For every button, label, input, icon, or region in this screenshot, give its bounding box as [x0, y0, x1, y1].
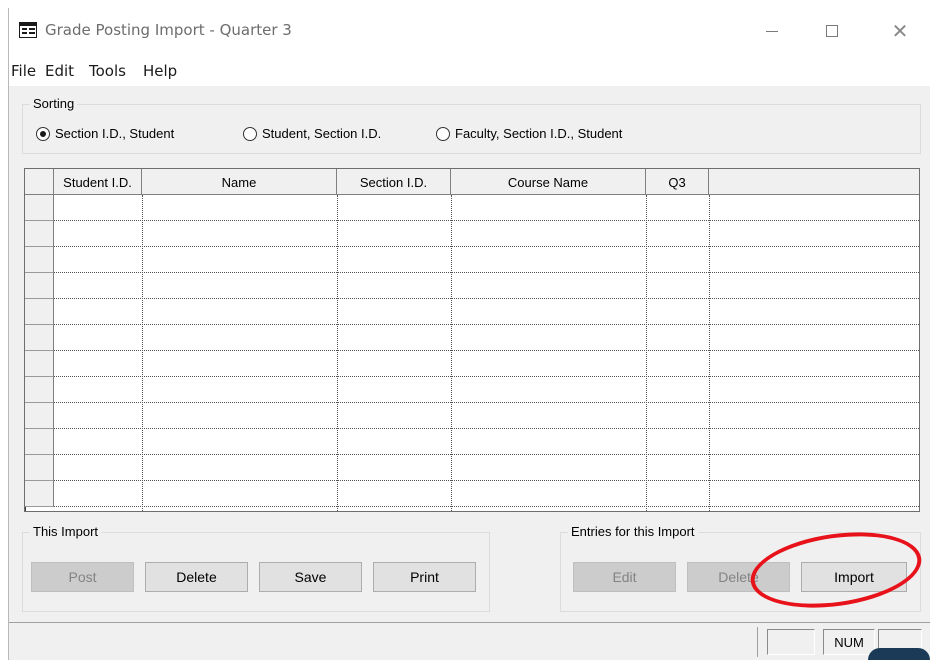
- column-header-q3[interactable]: Q3: [646, 169, 709, 195]
- app-icon: [19, 22, 37, 38]
- radio-label: Student, Section I.D.: [262, 126, 382, 141]
- column-header-section-id[interactable]: Section I.D.: [337, 169, 451, 195]
- minimize-icon: [766, 30, 778, 32]
- radio-indicator: [243, 126, 257, 141]
- row-header[interactable]: [25, 403, 54, 429]
- grid-header: Student I.D. Name Section I.D. Course Na…: [25, 169, 919, 195]
- maximize-icon: [826, 25, 838, 37]
- close-button[interactable]: ✕: [877, 8, 923, 54]
- column-header-name[interactable]: Name: [142, 169, 337, 195]
- save-button[interactable]: Save: [259, 562, 362, 592]
- row-header[interactable]: [25, 377, 54, 403]
- table-row[interactable]: [54, 351, 919, 377]
- entries-title: Entries for this Import: [568, 524, 698, 539]
- status-bar: NUM: [9, 622, 930, 660]
- radio-label: Faculty, Section I.D., Student: [455, 126, 623, 141]
- row-header[interactable]: [25, 429, 54, 455]
- menu-help[interactable]: Help: [143, 62, 177, 80]
- column-divider: [646, 195, 647, 511]
- table-row[interactable]: [54, 247, 919, 273]
- radio-faculty-section-student[interactable]: Faculty, Section I.D., Student: [436, 126, 622, 141]
- table-row[interactable]: [54, 377, 919, 403]
- column-header-blank: [709, 169, 919, 195]
- row-header[interactable]: [25, 247, 54, 273]
- minimize-button[interactable]: [749, 8, 795, 54]
- radio-student-section[interactable]: Student, Section I.D.: [243, 126, 381, 141]
- maximize-button[interactable]: [809, 8, 855, 54]
- delete-import-button[interactable]: Delete: [145, 562, 248, 592]
- status-panel-caps: [767, 629, 815, 655]
- table-row[interactable]: [54, 429, 919, 455]
- status-panel-num: NUM: [823, 629, 875, 655]
- print-button[interactable]: Print: [373, 562, 476, 592]
- row-header[interactable]: [25, 195, 54, 221]
- table-row[interactable]: [54, 221, 919, 247]
- menu-edit[interactable]: Edit: [45, 62, 74, 80]
- delete-entry-button[interactable]: Delete: [687, 562, 790, 592]
- table-row[interactable]: [54, 481, 919, 507]
- menu-bar: File Edit Tools Help: [9, 54, 930, 86]
- table-row[interactable]: [54, 273, 919, 299]
- background-logo-fragment: [868, 648, 930, 660]
- row-header[interactable]: [25, 299, 54, 325]
- table-row[interactable]: [54, 325, 919, 351]
- row-header[interactable]: [25, 325, 54, 351]
- table-row[interactable]: [54, 455, 919, 481]
- window-title: Grade Posting Import - Quarter 3: [45, 21, 292, 39]
- column-divider: [451, 195, 452, 511]
- import-button[interactable]: Import: [801, 562, 907, 592]
- menu-file[interactable]: File: [11, 62, 36, 80]
- table-row[interactable]: [54, 195, 919, 221]
- row-header[interactable]: [25, 221, 54, 247]
- column-divider: [142, 195, 143, 511]
- menu-tools[interactable]: Tools: [89, 62, 126, 80]
- table-row[interactable]: [54, 299, 919, 325]
- close-icon: ✕: [891, 19, 909, 43]
- radio-section-student[interactable]: Section I.D., Student: [36, 126, 174, 141]
- row-header[interactable]: [25, 351, 54, 377]
- grade-grid[interactable]: Student I.D. Name Section I.D. Course Na…: [24, 168, 920, 512]
- radio-indicator: [436, 126, 450, 141]
- column-divider: [337, 195, 338, 511]
- corner-header-cell: [25, 169, 54, 195]
- row-header[interactable]: [25, 481, 54, 507]
- title-bar: Grade Posting Import - Quarter 3 ✕: [9, 8, 930, 54]
- column-header-student-id[interactable]: Student I.D.: [54, 169, 142, 195]
- this-import-title: This Import: [30, 524, 102, 539]
- edit-entry-button[interactable]: Edit: [573, 562, 676, 592]
- table-row[interactable]: [54, 403, 919, 429]
- column-divider: [709, 195, 710, 511]
- radio-indicator: [36, 126, 50, 141]
- post-button[interactable]: Post: [31, 562, 134, 592]
- row-header[interactable]: [25, 273, 54, 299]
- radio-label: Section I.D., Student: [55, 126, 175, 141]
- row-header[interactable]: [25, 455, 54, 481]
- grade-posting-window: Grade Posting Import - Quarter 3 ✕ File …: [8, 8, 930, 660]
- column-header-course-name[interactable]: Course Name: [451, 169, 646, 195]
- sorting-title: Sorting: [30, 96, 78, 111]
